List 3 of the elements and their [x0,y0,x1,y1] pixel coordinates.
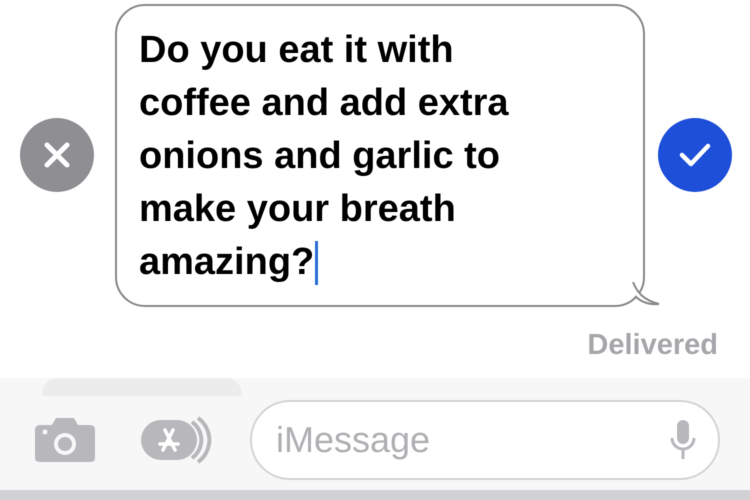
edit-field[interactable]: Do you eat it with coffee and add extra onions and garlic to make your breath amazing? [115,4,645,306]
delivery-status: Delivered [587,328,718,363]
message-field[interactable]: iMessage [250,400,720,480]
